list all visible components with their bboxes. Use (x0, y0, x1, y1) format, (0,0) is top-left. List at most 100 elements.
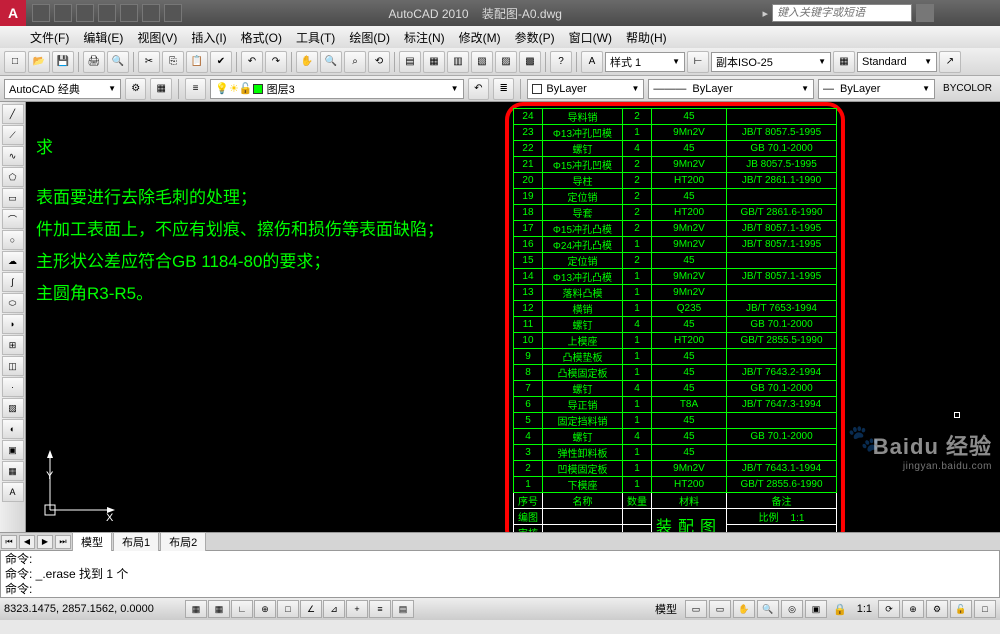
search-icon[interactable] (916, 4, 934, 22)
qat-new-icon[interactable] (32, 4, 50, 22)
grid-toggle[interactable]: ▦ (208, 600, 230, 618)
design-center-icon[interactable]: ▦ (423, 51, 445, 73)
ws-tools-icon[interactable]: ▦ (150, 78, 171, 100)
qp-toggle[interactable]: ▤ (392, 600, 414, 618)
zoom-icon[interactable]: 🔍 (320, 51, 342, 73)
tab-layout2[interactable]: 布局2 (160, 532, 206, 551)
tab-layout1[interactable]: 布局1 (113, 532, 159, 551)
tool-palette-icon[interactable]: ▥ (447, 51, 469, 73)
anno-scale-lock-icon[interactable]: 🔒 (829, 603, 851, 616)
sheet-set-icon[interactable]: ▧ (471, 51, 493, 73)
menu-modify[interactable]: 修改(M) (459, 29, 501, 46)
gradient-icon[interactable]: ◐ (2, 419, 24, 439)
toolbar-lock-icon[interactable]: 🔓 (950, 600, 972, 618)
ellipse-icon[interactable]: ⬭ (2, 293, 24, 313)
undo-icon[interactable]: ↶ (241, 51, 263, 73)
layer-prev-icon[interactable]: ↶ (468, 78, 489, 100)
pan-icon[interactable]: ✋ (296, 51, 318, 73)
menu-help[interactable]: 帮助(H) (626, 29, 667, 46)
search-input[interactable] (772, 4, 912, 22)
hatch-icon[interactable]: ▨ (2, 398, 24, 418)
clean-screen-icon[interactable]: □ (974, 600, 996, 618)
tab-nav-next-icon[interactable]: ▶ (37, 535, 53, 549)
dim-icon[interactable]: ⊢ (687, 51, 709, 73)
otrack-toggle[interactable]: ∠ (300, 600, 322, 618)
ortho-toggle[interactable]: ∟ (231, 600, 253, 618)
ws-settings-icon[interactable]: ⚙ (125, 78, 146, 100)
ducs-toggle[interactable]: ⊿ (323, 600, 345, 618)
menu-view[interactable]: 视图(V) (137, 29, 177, 46)
table-icon[interactable]: ▦ (833, 51, 855, 73)
revcloud-icon[interactable]: ☁ (2, 251, 24, 271)
menu-tools[interactable]: 工具(T) (296, 29, 335, 46)
layer-combo[interactable]: 💡 ☀ 🔓 图层3 ▼ (210, 79, 463, 99)
quickview-layouts-icon[interactable]: ▭ (685, 600, 707, 618)
snap-toggle[interactable]: ▦ (185, 600, 207, 618)
qat-save-icon[interactable] (76, 4, 94, 22)
osnap-toggle[interactable]: □ (277, 600, 299, 618)
qat-more-icon[interactable] (164, 4, 182, 22)
help-icon[interactable]: ? (550, 51, 572, 73)
dyn-toggle[interactable]: + (346, 600, 368, 618)
model-space-label[interactable]: 模型 (649, 601, 683, 617)
menu-draw[interactable]: 绘图(D) (349, 29, 390, 46)
menu-insert[interactable]: 插入(I) (191, 29, 226, 46)
cut-icon[interactable]: ✂ (138, 51, 160, 73)
tab-model[interactable]: 模型 (72, 532, 112, 551)
command-window[interactable]: 命令: 命令: _.erase 找到 1 个 命令: (0, 550, 1000, 598)
qat-redo-icon[interactable] (120, 4, 138, 22)
cmd-prompt[interactable]: 命令: (5, 582, 995, 597)
paste-icon[interactable]: 📋 (186, 51, 208, 73)
xline-icon[interactable]: ⟋ (2, 125, 24, 145)
menu-format[interactable]: 格式(O) (241, 29, 282, 46)
region-icon[interactable]: ▣ (2, 440, 24, 460)
open-icon[interactable]: 📂 (28, 51, 50, 73)
tab-nav-first-icon[interactable]: ⏮ (1, 535, 17, 549)
dimstyle-combo[interactable]: 副本ISO-25▼ (711, 52, 831, 72)
preview-icon[interactable]: 🔍 (107, 51, 129, 73)
coordinate-display[interactable]: 8323.1475, 2857.1562, 0.0000 (4, 603, 184, 615)
mtext-icon[interactable]: A (2, 482, 24, 502)
properties-icon[interactable]: ▤ (399, 51, 421, 73)
spline-icon[interactable]: ∫ (2, 272, 24, 292)
copy-icon[interactable]: ⎘ (162, 51, 184, 73)
pan-status-icon[interactable]: ✋ (733, 600, 755, 618)
anno-scale[interactable]: 1:1 (853, 603, 876, 615)
workspace-combo[interactable]: AutoCAD 经典▼ (4, 79, 121, 99)
app-logo[interactable]: A (0, 0, 26, 26)
tab-nav-prev-icon[interactable]: ◀ (19, 535, 35, 549)
lineweight-combo[interactable]: —ByLayer▼ (818, 79, 935, 99)
anno-visibility-icon[interactable]: ⟳ (878, 600, 900, 618)
showmotion-icon[interactable]: ▣ (805, 600, 827, 618)
insert-icon[interactable]: ⊞ (2, 335, 24, 355)
textstyle-combo[interactable]: Standard▼ (857, 52, 937, 72)
color-combo[interactable]: ByLayer▼ (527, 79, 644, 99)
drawing-canvas[interactable]: 求 表面要进行去除毛刺的处理； 件加工表面上，不应有划痕、擦伤和损伤等表面缺陷；… (26, 102, 1000, 532)
arc-icon[interactable]: ⌒ (2, 209, 24, 229)
menu-edit[interactable]: 编辑(E) (83, 29, 123, 46)
rectangle-icon[interactable]: ▭ (2, 188, 24, 208)
pline-icon[interactable]: ∿ (2, 146, 24, 166)
calc-icon[interactable]: ▩ (519, 51, 541, 73)
qat-undo-icon[interactable] (98, 4, 116, 22)
layer-state-icon[interactable]: ≣ (493, 78, 514, 100)
match-icon[interactable]: ✔ (210, 51, 232, 73)
menu-parametric[interactable]: 参数(P) (515, 29, 555, 46)
plot-icon[interactable]: 🖨 (83, 51, 105, 73)
quickview-drawings-icon[interactable]: ▭ (709, 600, 731, 618)
ellipse-arc-icon[interactable]: ◗ (2, 314, 24, 334)
zoom-status-icon[interactable]: 🔍 (757, 600, 779, 618)
anno-autoscale-icon[interactable]: ⊕ (902, 600, 924, 618)
markup-icon[interactable]: ▨ (495, 51, 517, 73)
mleader-icon[interactable]: ↗ (939, 51, 961, 73)
qat-open-icon[interactable] (54, 4, 72, 22)
layer-props-icon[interactable]: ≡ (185, 78, 206, 100)
redo-icon[interactable]: ↷ (265, 51, 287, 73)
menu-window[interactable]: 窗口(W) (569, 29, 612, 46)
polar-toggle[interactable]: ⊕ (254, 600, 276, 618)
info-center-arrow-icon[interactable]: ▸ (762, 7, 768, 20)
lwt-toggle[interactable]: ≡ (369, 600, 391, 618)
point-icon[interactable]: · (2, 377, 24, 397)
menu-file[interactable]: 文件(F) (30, 29, 69, 46)
zoom-window-icon[interactable]: ⌕ (344, 51, 366, 73)
